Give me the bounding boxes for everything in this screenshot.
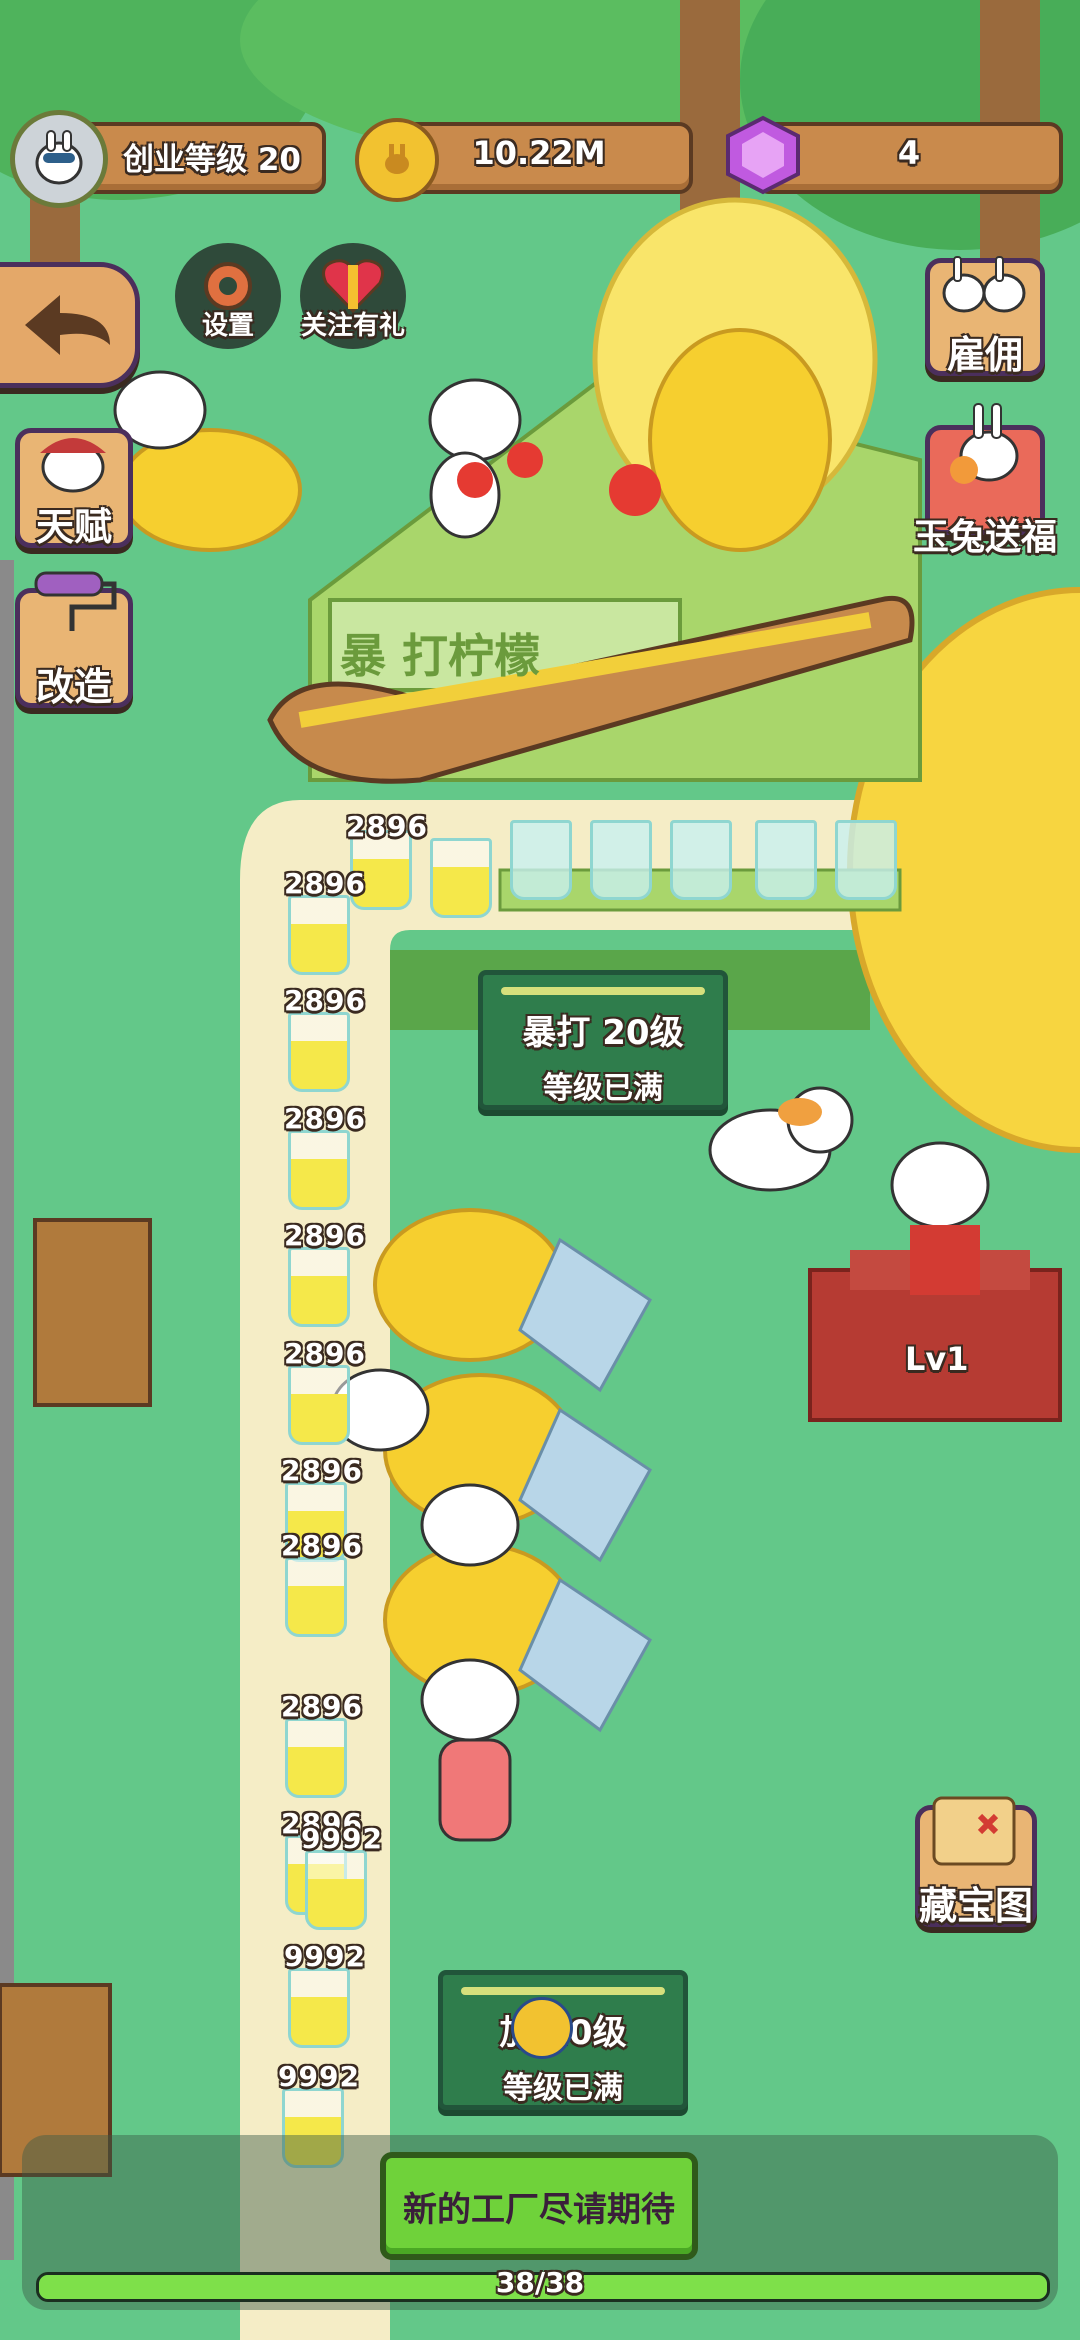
new-factory-button[interactable]: 新的工厂尽请期待 — [380, 2152, 698, 2260]
lemon-coin-icon — [511, 1997, 573, 2059]
cup-empty — [590, 820, 652, 900]
gem-icon — [722, 114, 804, 196]
hire-button[interactable]: 雇佣 — [925, 256, 1045, 377]
settings-label: 设置 — [201, 311, 254, 341]
follow-gift-label: 关注有礼 — [300, 311, 405, 341]
cup-number: 9992 — [284, 1940, 366, 1973]
sign-bar — [461, 1987, 665, 1995]
cup — [288, 1130, 350, 1210]
back-arrow-icon — [25, 295, 110, 355]
settings-button[interactable]: 设置 — [175, 243, 281, 349]
cup-number: 2896 — [284, 1102, 366, 1135]
rabbit-cap-icon — [40, 438, 106, 493]
jade-rabbit-label: 玉兔送福 — [912, 517, 1057, 558]
cup-number: 2896 — [284, 1337, 366, 1370]
cup — [305, 1850, 367, 1930]
cup-empty — [510, 820, 572, 900]
follow-gift-button[interactable]: 关注有礼 — [300, 243, 406, 349]
cup-number: 2896 — [284, 867, 366, 900]
cup — [430, 838, 492, 918]
new-factory-label: 新的工厂尽请期待 — [403, 2189, 675, 2230]
cup — [288, 1247, 350, 1327]
level-label: 创业等级 20 — [123, 142, 301, 178]
smash-level-text: 暴打 20级 — [522, 1013, 684, 1053]
gems-value: 4 — [897, 134, 921, 172]
add-level-sign[interactable]: 加 20级 等级已满 — [438, 1970, 688, 2110]
cup — [288, 1968, 350, 2048]
smash-status-text: 等级已满 — [543, 1071, 663, 1106]
rebuild-button[interactable]: 改造 — [15, 571, 133, 709]
jade-rabbit-button[interactable]: 玉兔送福 — [913, 403, 1057, 558]
coin-icon — [355, 118, 439, 202]
cup — [285, 1557, 347, 1637]
cup-number: 2896 — [284, 984, 366, 1017]
cup-number: 2896 — [281, 1690, 363, 1723]
cup-number: 2896 — [284, 1219, 366, 1252]
rebuild-label: 改造 — [35, 665, 112, 709]
treasure-map-label: 藏宝图 — [918, 1884, 1033, 1928]
cup-empty — [755, 820, 817, 900]
sign-bar — [501, 987, 705, 995]
treasure-map-button[interactable]: 藏宝图 — [915, 1796, 1037, 1928]
cup-empty — [670, 820, 732, 900]
smash-level-sign[interactable]: 暴打 20级 等级已满 — [478, 970, 728, 1110]
cup-number: 9992 — [278, 2060, 360, 2093]
cup-number: 2896 — [281, 1454, 363, 1487]
hire-label: 雇佣 — [946, 333, 1023, 377]
rabbits-icon — [942, 256, 1026, 313]
talent-label: 天赋 — [35, 505, 112, 549]
worker-level: Lv1 — [905, 1340, 969, 1378]
cup-empty — [835, 820, 897, 900]
cup-number: 2896 — [346, 810, 428, 843]
station-banner: 暴 打柠檬 — [340, 629, 541, 683]
cup — [288, 1012, 350, 1092]
cup — [288, 1365, 350, 1445]
jade-rabbit-icon — [950, 403, 1019, 484]
avatar[interactable] — [10, 110, 108, 208]
factory-progress-text: 38/38 — [495, 2266, 585, 2299]
cup-number: 2896 — [281, 1529, 363, 1562]
cup — [285, 1718, 347, 1798]
treasure-map-icon — [932, 1796, 1016, 1866]
add-status-text: 等级已满 — [503, 2071, 623, 2106]
cup — [288, 895, 350, 975]
talent-button[interactable]: 天赋 — [15, 428, 133, 549]
paint-roller-icon — [34, 571, 117, 631]
back-button[interactable] — [0, 262, 140, 388]
cup-number: 9992 — [301, 1822, 383, 1855]
